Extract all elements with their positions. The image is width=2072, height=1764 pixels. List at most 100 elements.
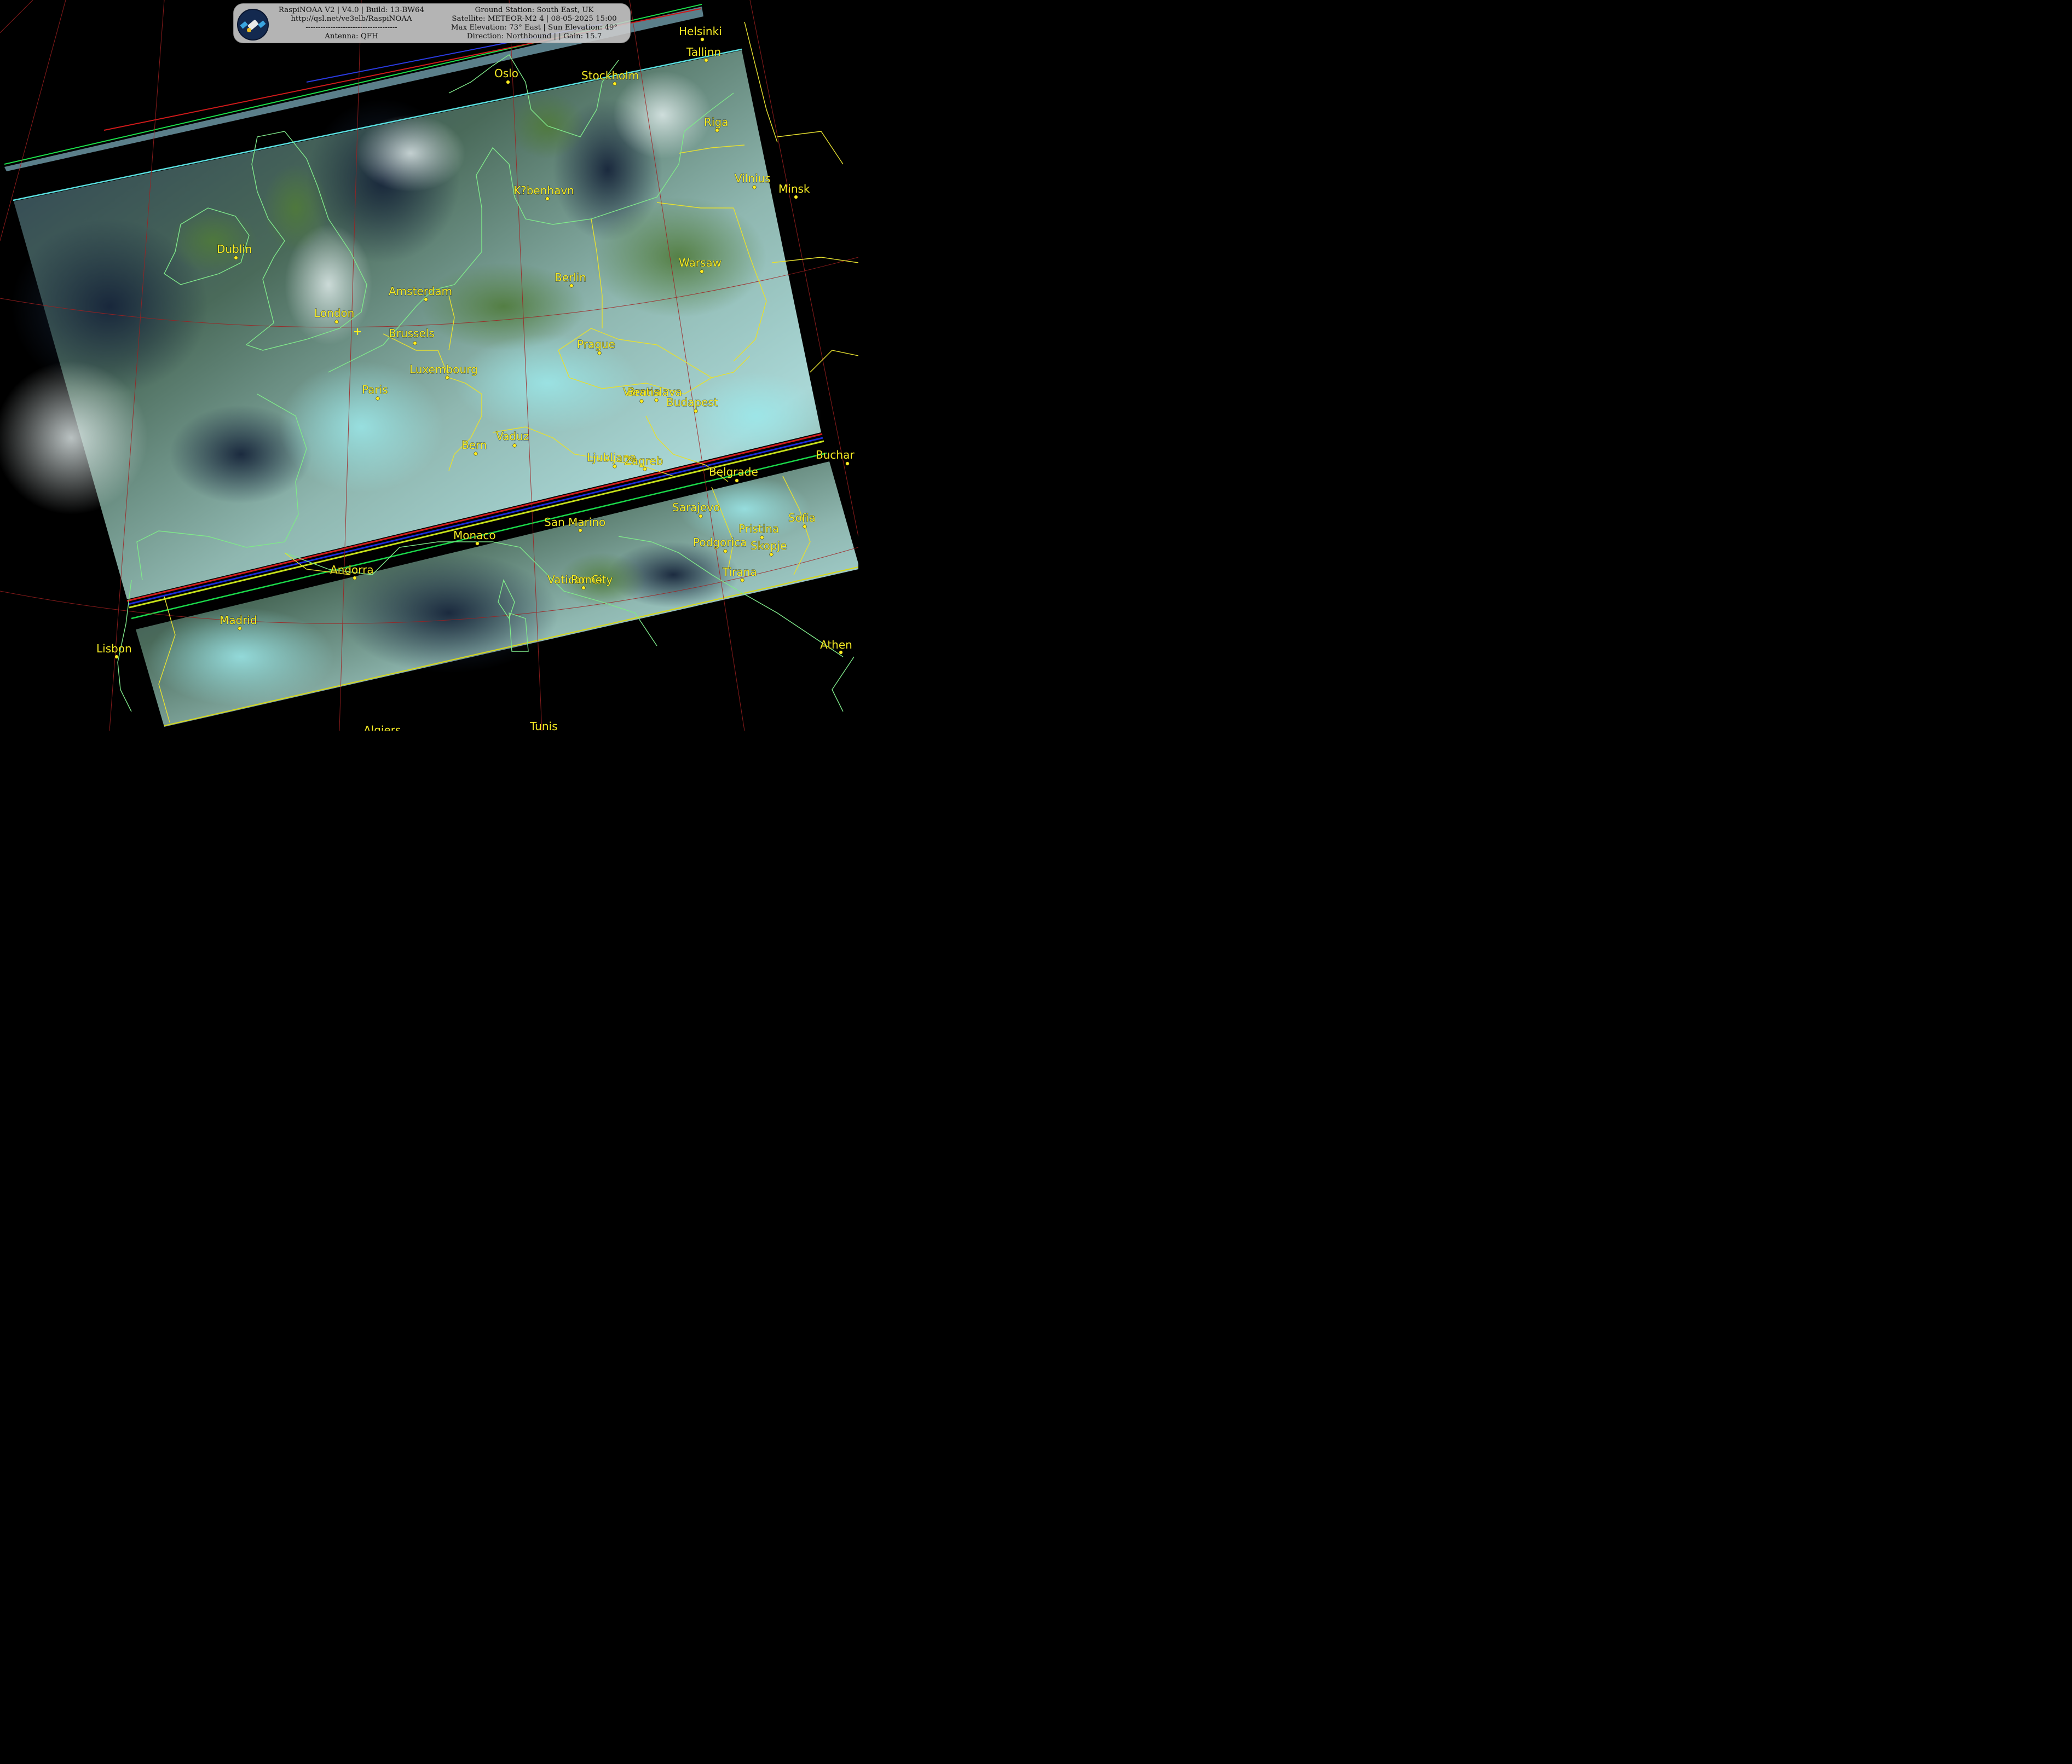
city-oslo: Oslo — [494, 66, 519, 84]
city-dot-icon — [613, 82, 617, 86]
city-dot-icon — [654, 398, 659, 402]
city-dot-icon — [704, 58, 708, 62]
city-label: Andorra — [330, 563, 374, 576]
city-dot-icon — [424, 297, 428, 302]
cloud-france — [279, 361, 443, 493]
city-label: Berlin — [555, 271, 586, 284]
city-label: Riga — [704, 115, 728, 129]
city-label: Zagreb — [624, 454, 663, 467]
city-dot-icon — [735, 478, 739, 483]
city-dot-icon — [723, 549, 728, 553]
city-dot-icon — [445, 375, 449, 380]
city-label: Amsterdam — [389, 285, 452, 298]
city-dot-icon — [715, 128, 719, 132]
city-dot-icon — [643, 467, 647, 471]
city-label: Madrid — [220, 614, 257, 627]
city-minsk: Minsk — [778, 182, 811, 199]
city-label: Tallinn — [686, 45, 721, 59]
city-dot-icon — [794, 195, 798, 199]
header-url-line: http://qsl.net/ve3elb/RaspiNOAA — [291, 15, 412, 23]
city-label: Algiers — [363, 724, 401, 731]
city-label: K?benhavn — [513, 184, 574, 197]
city-dot-icon — [475, 541, 480, 546]
header-direction-line: Direction: Northbound | | Gain: 15.7 — [466, 32, 602, 41]
city-label: Lisbon — [96, 642, 132, 655]
city-label: Belgrade — [709, 465, 758, 478]
city-label: Vilnius — [735, 172, 771, 185]
city-rome: Rome — [570, 572, 602, 586]
city-label: London — [314, 306, 354, 320]
city-label: San Marino — [544, 516, 605, 529]
city-label: Prague — [577, 338, 615, 351]
city-dot-icon — [581, 586, 586, 590]
city-dot-icon — [578, 528, 582, 533]
cloud-baltic — [613, 71, 712, 159]
city-dot-icon — [639, 399, 644, 403]
city-label: Stockholm — [581, 69, 639, 82]
city-dot-icon — [740, 578, 744, 582]
city-dot-icon — [376, 396, 380, 401]
header-elevation-line: Max Elevation: 73° East | Sun Elevation:… — [451, 24, 618, 32]
city-label: Bern — [461, 438, 487, 452]
land-ireland — [170, 208, 257, 274]
city-dot-icon — [569, 284, 574, 288]
city-dot-icon — [694, 409, 698, 413]
header-separator-line: ------------------------------------- — [305, 24, 397, 32]
satellite-logo-svg — [240, 20, 266, 32]
city-label: Sarajevo — [672, 501, 720, 514]
city-label: Tunis — [529, 720, 558, 731]
header-left-column: RaspiNOAA V2 | V4.0 | Build: 13-BW64 htt… — [272, 6, 431, 41]
city-dot-icon — [238, 626, 242, 631]
city-dot-icon — [597, 351, 602, 355]
pass-info-header: RaspiNOAA V2 | V4.0 | Build: 13-BW64 htt… — [233, 3, 631, 43]
city-label: Oslo — [494, 67, 518, 80]
city-dot-icon — [474, 452, 478, 456]
city-helsinki: Helsinki — [678, 24, 722, 42]
city-dot-icon — [845, 461, 850, 466]
city-dot-icon — [512, 443, 517, 448]
header-satellite-line: Satellite: METEOR-M2 4 | 08-05-2025 15:0… — [452, 15, 617, 23]
city-label: Budapest — [666, 396, 718, 409]
city-label: Monaco — [453, 529, 496, 542]
city-dot-icon — [699, 514, 703, 518]
city-label: Rome — [571, 573, 602, 586]
city-dot-icon — [803, 524, 807, 529]
city-tunis: Tunis — [529, 719, 558, 731]
header-software-line: RaspiNOAA V2 | V4.0 | Build: 13-BW64 — [278, 6, 425, 14]
cloud-atlantic — [0, 361, 148, 514]
city-dot-icon — [234, 256, 238, 260]
city-dot-icon — [613, 464, 617, 469]
city-label: Podgorica — [693, 536, 747, 549]
city-dot-icon — [506, 80, 510, 84]
city-label: Helsinki — [679, 25, 722, 38]
city-label: Brussels — [389, 327, 435, 340]
city-dot-icon — [700, 269, 704, 274]
city-lisbon: Lisbon — [96, 641, 132, 659]
city-dot-icon — [769, 552, 774, 557]
city-algiers: Algiers — [363, 723, 401, 731]
city-dot-icon — [545, 196, 550, 201]
header-antenna-line: Antenna: QFH — [325, 32, 378, 41]
city-label: Sofia — [788, 511, 816, 524]
city-dot-icon — [353, 576, 357, 580]
city-label: Buchar — [816, 448, 855, 461]
city-dot-icon — [334, 320, 339, 324]
city-label: Luxembourg — [409, 363, 478, 376]
city-dot-icon — [700, 37, 705, 42]
header-station-line: Ground Station: South East, UK — [475, 6, 594, 14]
city-label: Vaduz — [496, 430, 529, 443]
city-label: Paris — [362, 383, 388, 396]
city-label: Minsk — [778, 182, 810, 195]
header-right-column: Ground Station: South East, UK Satellite… — [444, 6, 625, 41]
city-label: Pristina — [738, 522, 779, 535]
city-dot-icon — [752, 185, 757, 189]
city-label: Skopje — [751, 539, 787, 552]
city-label: Tirana — [722, 565, 757, 579]
satellite-map: Helsinki Tallinn Oslo Stockholm Riga Vilnius M… — [0, 0, 858, 731]
satellite-logo-icon — [237, 9, 269, 41]
city-label: Athen — [820, 638, 852, 651]
city-dot-icon — [114, 655, 119, 659]
city-dot-icon — [413, 341, 417, 345]
map-stage: Helsinki Tallinn Oslo Stockholm Riga Vilnius M… — [0, 0, 858, 731]
city-label: Warsaw — [679, 256, 722, 269]
